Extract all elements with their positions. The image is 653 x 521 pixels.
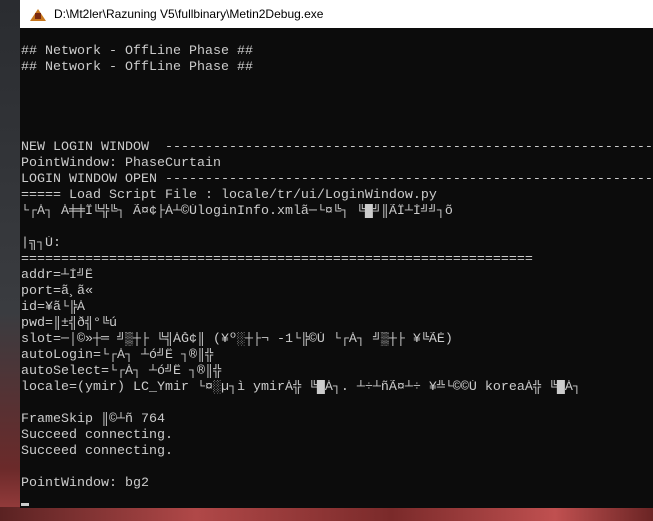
console-line: NEW LOGIN WINDOW -----------------------…	[21, 140, 653, 155]
console-line: slot=─│©»┼═ ╝▒┼├ ╚╣ÁĞ¢║ (¥º░┼├¬ -1└╠©Ú └…	[21, 332, 453, 347]
console-line: LOGIN WINDOW OPEN ----------------------…	[21, 172, 653, 187]
console-line: port=ã¸ã«	[21, 284, 93, 299]
title-bar[interactable]: D:\Mt2ler\Razuning V5\fullbinary\Metin2D…	[20, 0, 653, 28]
console-line: id=¥ã└╠Á­	[21, 300, 85, 315]
console-line: autoSelect=└┌Á┐ ┴ó╝Ë ┐®║╬	[21, 364, 221, 379]
console-line: addr=┴Í╝Ê	[21, 268, 93, 283]
console-line: Succeed connecting.	[21, 428, 173, 443]
console-cursor-line	[21, 492, 653, 508]
console-line: FrameSkip ║©┴ñ 764	[21, 412, 165, 427]
console-line: Succeed connecting.	[21, 444, 173, 459]
console-line: └┌Á┐ À╪╪Î╚╬╚┐ Ã¤¢├À┴©ÚloginInfo.xmlã─└¤╚…	[21, 204, 453, 219]
console-line: ===== Load Script File : locale/tr/ui/Lo…	[21, 188, 437, 203]
console-line: pwd=║±╣ð╣°╚ú	[21, 316, 117, 331]
console-line: PointWindow: PhaseCurtain	[21, 156, 221, 171]
desktop-background	[0, 507, 653, 521]
window-title: D:\Mt2ler\Razuning V5\fullbinary\Metin2D…	[54, 7, 324, 21]
text-cursor	[21, 503, 29, 506]
console-line: PointWindow: bg2	[21, 476, 149, 491]
console-line: |╗┐Ù:	[21, 236, 61, 251]
console-line: autoLogin=└┌Á┐ ┴ó╝Ë ┐®║╬	[21, 348, 213, 363]
console-line: locale=(ymir) LC_Ymir └¤░µ┐ì ymirÀ╬ ╚█Á┐…	[21, 380, 581, 395]
console-line: ## Network - OffLine Phase ##	[21, 60, 253, 75]
console-output[interactable]: ## Network - OffLine Phase ## ## Network …	[21, 44, 653, 508]
console-line: ## Network - OffLine Phase ##	[21, 44, 253, 59]
console-window[interactable]: D:\Mt2ler\Razuning V5\fullbinary\Metin2D…	[20, 0, 653, 508]
metin2-app-icon	[30, 7, 46, 21]
console-line: ========================================…	[21, 252, 533, 267]
